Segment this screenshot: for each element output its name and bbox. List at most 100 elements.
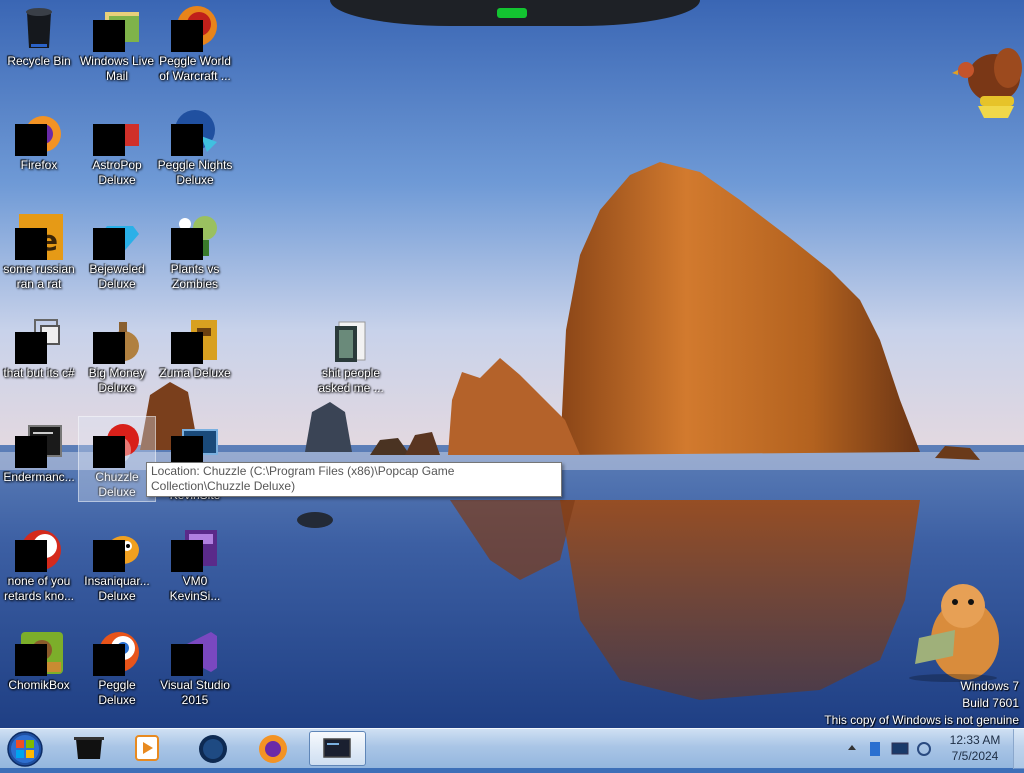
taskbar-item-terminal[interactable]: [309, 731, 366, 766]
desktop-icon-label: shit people asked me ...: [318, 366, 384, 395]
desktop-icon-label: ChomikBox: [8, 678, 70, 692]
redaction-box: [93, 124, 125, 156]
watermark-os: Windows 7: [960, 679, 1019, 693]
globe-icon: [199, 735, 227, 763]
show-desktop-button[interactable]: [1013, 729, 1024, 769]
desktop-icon-endermanc[interactable]: Endermanc...: [0, 416, 78, 485]
firefox-icon: [259, 735, 287, 763]
desktop-icon-zuma[interactable]: Zuma Deluxe: [156, 312, 234, 381]
desktop-icon-chuzzle[interactable]: Chuzzle Deluxe: [78, 416, 156, 502]
desktop-icon-label: Plants vs Zombies: [170, 262, 220, 291]
desktop-icon-chomikbox[interactable]: ChomikBox: [0, 624, 78, 693]
show-hidden-icons-icon: [848, 745, 856, 750]
desktop-icon-recycle-bin[interactable]: Recycle Bin: [0, 0, 78, 69]
watermark-build: Build 7601: [962, 696, 1019, 710]
peggle-ball-icon: [15, 524, 63, 572]
redaction-box: [15, 540, 47, 572]
taskbar-item-globe[interactable]: [186, 731, 240, 766]
taskbar: 12:33 AM 7/5/2024: [0, 728, 1024, 769]
bejeweled-icon: [93, 212, 141, 260]
desktop-icon-astropop[interactable]: AstroPop Deluxe: [78, 104, 156, 188]
desktop-icon-peggle-wow[interactable]: Peggle World of Warcraft ...: [156, 0, 234, 84]
action-center-icon: [870, 742, 880, 756]
not-genuine-watermark: Windows 7 Build 7601 This copy of Window…: [824, 678, 1019, 728]
start-button[interactable]: [5, 730, 45, 768]
system-tray: 12:33 AM 7/5/2024: [840, 729, 1024, 769]
desktop-icon-label: VM0 KevinSi...: [169, 574, 221, 603]
windows-live-mail-icon: [93, 4, 141, 52]
desktop-icon-label: Zuma Deluxe: [159, 366, 231, 380]
desktop-icon-firefox[interactable]: Firefox: [0, 104, 78, 173]
clock-time: 12:33 AM: [949, 733, 1001, 747]
desktop-icon-label: Peggle Nights Deluxe: [157, 158, 233, 187]
redaction-box: [171, 332, 203, 364]
folder-icon: [327, 316, 375, 364]
chuzzle-icon: [93, 420, 141, 468]
big-money-icon: [93, 316, 141, 364]
redaction-box: [93, 540, 125, 572]
desktop-icon-that-but-csharp[interactable]: that but its c#: [0, 312, 78, 381]
desktop-icon-plants-vs-zombies[interactable]: Plants vs Zombies: [156, 208, 234, 292]
desktop-icon-none-of-you[interactable]: none of you retards kno...: [0, 520, 78, 604]
desktop-icon-label: Insaniquar... Deluxe: [84, 574, 150, 603]
redaction-box: [171, 540, 203, 572]
taskbar-item-black-app[interactable]: [62, 731, 116, 766]
hamster-sprite: [909, 584, 999, 682]
recycle-bin-icon: [15, 4, 63, 52]
desktop-icon-label: Windows Live Mail: [79, 54, 155, 83]
desktop-icon-label: Recycle Bin: [7, 54, 71, 68]
network-icon: [891, 742, 909, 755]
redaction-box: [93, 436, 125, 468]
location-tooltip: Location: Chuzzle (C:\Program Files (x86…: [146, 462, 562, 497]
redaction-box: [171, 20, 203, 52]
console-icon: [15, 420, 63, 468]
volume-icon: [917, 742, 931, 756]
redaction-box: [15, 332, 47, 364]
desktop-icon-label: AstroPop Deluxe: [92, 158, 142, 187]
windows-orb-icon: [7, 731, 43, 767]
desktop-icon-peggle[interactable]: Peggle Deluxe: [78, 624, 156, 708]
peggle-nights-icon: [171, 108, 219, 156]
taskbar-item-media-player[interactable]: [120, 731, 174, 766]
taskbar-item-firefox[interactable]: [246, 731, 300, 766]
redaction-box: [171, 228, 203, 260]
desktop-icon-visual-studio[interactable]: Visual Studio 2015: [156, 624, 234, 708]
desktop-icon-label: Peggle Deluxe: [98, 678, 136, 707]
desktop-icon-shit-people-asked[interactable]: shit people asked me ...: [312, 312, 390, 396]
peggle-wow-icon: [171, 4, 219, 52]
desktop[interactable]: Recycle Bin Firefox e some russian ran a…: [0, 0, 1024, 728]
desktop-icon-label: Peggle World of Warcraft ...: [159, 54, 231, 83]
media-player-icon: [135, 735, 159, 761]
redaction-box: [171, 124, 203, 156]
desktop-icon-peggle-nights[interactable]: Peggle Nights Deluxe: [156, 104, 234, 188]
desktop-icon-bejeweled[interactable]: Bejeweled Deluxe: [78, 208, 156, 292]
redaction-box: [93, 332, 125, 364]
black-app-icon: [74, 737, 104, 759]
astropop-icon: [93, 108, 141, 156]
desktop-icon-label: Firefox: [20, 158, 58, 172]
redaction-box: [93, 228, 125, 260]
redaction-box: [15, 644, 47, 676]
redaction-box: [93, 644, 125, 676]
desktop-icon-windows-live-mail[interactable]: Windows Live Mail: [78, 0, 156, 84]
desktop-icon-insaniquarium[interactable]: Insaniquar... Deluxe: [78, 520, 156, 604]
insaniquarium-icon: [93, 524, 141, 572]
turkey-sprite: [952, 48, 1022, 118]
kevinsite-icon: [171, 420, 219, 468]
watermark-genuine-notice: This copy of Windows is not genuine: [824, 713, 1019, 727]
redaction-box: [15, 228, 47, 260]
desktop-icon-big-money[interactable]: Big Money Deluxe: [78, 312, 156, 396]
desktop-icon-vm0-kevinsite[interactable]: VM0 KevinSi...: [156, 520, 234, 604]
shortcut-icon: [15, 316, 63, 364]
redaction-box: [15, 436, 47, 468]
desktop-icon-russian-rat[interactable]: e some russian ran a rat: [0, 208, 78, 292]
redaction-box: [15, 124, 47, 156]
desktop-icon-label: Big Money Deluxe: [88, 366, 146, 395]
desktop-icon-label: some russian ran a rat: [3, 262, 75, 291]
terminal-window-icon: [323, 738, 351, 758]
clock[interactable]: 12:33 AM 7/5/2024: [940, 732, 1010, 764]
desktop-icon-label: that but its c#: [3, 366, 75, 380]
peggle-icon: [93, 628, 141, 676]
desktop-icon-label: Bejeweled Deluxe: [89, 262, 145, 291]
desktop-icon-label: Endermanc...: [3, 470, 75, 484]
